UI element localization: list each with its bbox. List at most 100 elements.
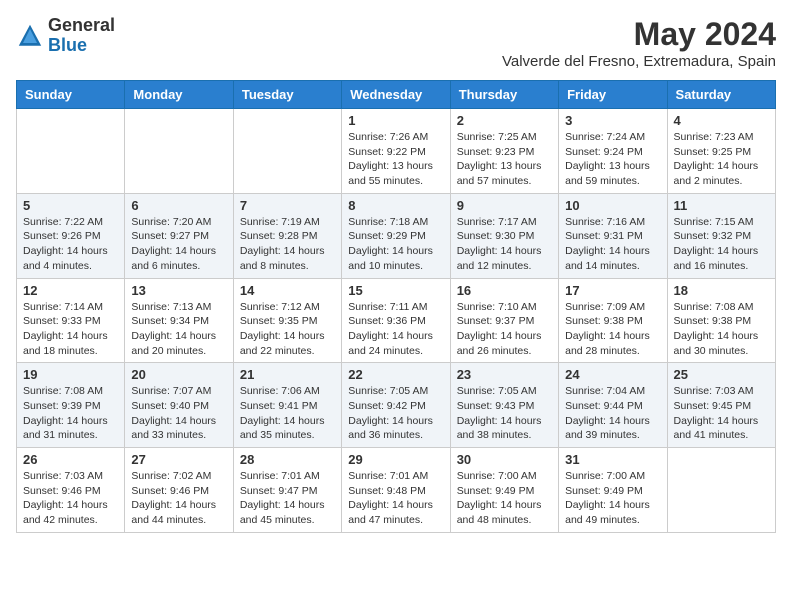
calendar-cell: 11 Sunrise: 7:15 AMSunset: 9:32 PMDayligh… [667, 193, 775, 278]
header-row: SundayMondayTuesdayWednesdayThursdayFrid… [17, 81, 776, 109]
calendar-header: SundayMondayTuesdayWednesdayThursdayFrid… [17, 81, 776, 109]
day-number: 4 [674, 113, 769, 128]
header-day-sunday: Sunday [17, 81, 125, 109]
day-info: Sunrise: 7:00 AMSunset: 9:49 PMDaylight:… [457, 469, 552, 528]
day-number: 19 [23, 367, 118, 382]
week-row-3: 12Sunrise: 7:14 AMSunset: 9:33 PMDayligh… [17, 278, 776, 363]
calendar-cell: 26Sunrise: 7:03 AMSunset: 9:46 PMDayligh… [17, 448, 125, 533]
calendar-cell: 30 Sunrise: 7:00 AMSunset: 9:49 PMDayligh… [450, 448, 558, 533]
day-info: Sunrise: 7:19 AMSunset: 9:28 PMDaylight:… [240, 215, 335, 274]
day-info: Sunrise: 7:17 AMSunset: 9:30 PMDaylight:… [457, 215, 552, 274]
calendar-cell: 23Sunrise: 7:05 AMSunset: 9:43 PMDayligh… [450, 363, 558, 448]
week-row-1: 1Sunrise: 7:26 AMSunset: 9:22 PMDaylight… [17, 109, 776, 194]
day-number: 29 [348, 452, 443, 467]
day-number: 30 [457, 452, 552, 467]
calendar-cell: 22Sunrise: 7:05 AMSunset: 9:42 PMDayligh… [342, 363, 450, 448]
calendar-cell: 18 Sunrise: 7:08 AMSunset: 9:38 PMDayligh… [667, 278, 775, 363]
logo-general: General [48, 16, 115, 36]
logo-icon [16, 22, 44, 50]
day-info: Sunrise: 7:15 AMSunset: 9:32 PMDaylight:… [674, 215, 769, 274]
day-info: Sunrise: 7:18 AMSunset: 9:29 PMDaylight:… [348, 215, 443, 274]
day-info: Sunrise: 7:10 AMSunset: 9:37 PMDaylight:… [457, 300, 552, 359]
calendar-cell [233, 109, 341, 194]
day-number: 22 [348, 367, 443, 382]
day-number: 31 [565, 452, 660, 467]
day-number: 13 [131, 283, 226, 298]
day-info: Sunrise: 7:01 AMSunset: 9:48 PMDaylight:… [348, 469, 443, 528]
logo-text: General Blue [48, 16, 115, 56]
calendar-cell [17, 109, 125, 194]
header-day-thursday: Thursday [450, 81, 558, 109]
week-row-5: 26Sunrise: 7:03 AMSunset: 9:46 PMDayligh… [17, 448, 776, 533]
day-number: 21 [240, 367, 335, 382]
day-info: Sunrise: 7:12 AMSunset: 9:35 PMDaylight:… [240, 300, 335, 359]
day-number: 27 [131, 452, 226, 467]
day-number: 18 [674, 283, 769, 298]
calendar-cell: 25Sunrise: 7:03 AMSunset: 9:45 PMDayligh… [667, 363, 775, 448]
day-number: 8 [348, 198, 443, 213]
day-number: 2 [457, 113, 552, 128]
day-info: Sunrise: 7:03 AMSunset: 9:45 PMDaylight:… [674, 384, 769, 443]
header-day-friday: Friday [559, 81, 667, 109]
calendar-cell: 5Sunrise: 7:22 AMSunset: 9:26 PMDaylight… [17, 193, 125, 278]
calendar-cell: 13 Sunrise: 7:13 AMSunset: 9:34 PMDayligh… [125, 278, 233, 363]
calendar-table: SundayMondayTuesdayWednesdayThursdayFrid… [16, 80, 776, 533]
calendar-cell: 4 Sunrise: 7:23 AMSunset: 9:25 PMDaylight… [667, 109, 775, 194]
day-info: Sunrise: 7:09 AMSunset: 9:38 PMDaylight:… [565, 300, 660, 359]
day-number: 11 [674, 198, 769, 213]
day-info: Sunrise: 7:07 AMSunset: 9:40 PMDaylight:… [131, 384, 226, 443]
calendar-cell: 17Sunrise: 7:09 AMSunset: 9:38 PMDayligh… [559, 278, 667, 363]
day-info: Sunrise: 7:13 AMSunset: 9:34 PMDaylight:… [131, 300, 226, 359]
day-info: Sunrise: 7:14 AMSunset: 9:33 PMDaylight:… [23, 300, 118, 359]
day-info: Sunrise: 7:26 AMSunset: 9:22 PMDaylight:… [348, 130, 443, 189]
day-number: 24 [565, 367, 660, 382]
page-header: General Blue May 2024 Valverde del Fresn… [16, 16, 776, 70]
day-number: 7 [240, 198, 335, 213]
calendar-cell: 10 Sunrise: 7:16 AMSunset: 9:31 PMDayligh… [559, 193, 667, 278]
day-number: 5 [23, 198, 118, 213]
calendar-cell: 29 Sunrise: 7:01 AMSunset: 9:48 PMDayligh… [342, 448, 450, 533]
calendar-cell: 8 Sunrise: 7:18 AMSunset: 9:29 PMDaylight… [342, 193, 450, 278]
calendar-cell: 12Sunrise: 7:14 AMSunset: 9:33 PMDayligh… [17, 278, 125, 363]
header-day-tuesday: Tuesday [233, 81, 341, 109]
day-number: 20 [131, 367, 226, 382]
header-day-monday: Monday [125, 81, 233, 109]
day-number: 16 [457, 283, 552, 298]
calendar-cell: 6Sunrise: 7:20 AMSunset: 9:27 PMDaylight… [125, 193, 233, 278]
day-info: Sunrise: 7:01 AMSunset: 9:47 PMDaylight:… [240, 469, 335, 528]
calendar-cell [125, 109, 233, 194]
calendar-cell: 19 Sunrise: 7:08 AMSunset: 9:39 PMDayligh… [17, 363, 125, 448]
calendar-body: 1Sunrise: 7:26 AMSunset: 9:22 PMDaylight… [17, 109, 776, 533]
day-info: Sunrise: 7:08 AMSunset: 9:39 PMDaylight:… [23, 384, 118, 443]
day-number: 14 [240, 283, 335, 298]
logo: General Blue [16, 16, 115, 56]
day-number: 3 [565, 113, 660, 128]
calendar-cell: 2 Sunrise: 7:25 AMSunset: 9:23 PMDaylight… [450, 109, 558, 194]
calendar-cell: 31 Sunrise: 7:00 AMSunset: 9:49 PMDayligh… [559, 448, 667, 533]
day-number: 28 [240, 452, 335, 467]
day-number: 26 [23, 452, 118, 467]
calendar-cell: 1Sunrise: 7:26 AMSunset: 9:22 PMDaylight… [342, 109, 450, 194]
day-number: 10 [565, 198, 660, 213]
day-info: Sunrise: 7:02 AMSunset: 9:46 PMDaylight:… [131, 469, 226, 528]
calendar-cell: 14 Sunrise: 7:12 AMSunset: 9:35 PMDayligh… [233, 278, 341, 363]
calendar-cell: 16 Sunrise: 7:10 AMSunset: 9:37 PMDayligh… [450, 278, 558, 363]
calendar-cell: 20 Sunrise: 7:07 AMSunset: 9:40 PMDayligh… [125, 363, 233, 448]
day-info: Sunrise: 7:08 AMSunset: 9:38 PMDaylight:… [674, 300, 769, 359]
week-row-2: 5Sunrise: 7:22 AMSunset: 9:26 PMDaylight… [17, 193, 776, 278]
calendar-cell: 15Sunrise: 7:11 AMSunset: 9:36 PMDayligh… [342, 278, 450, 363]
day-info: Sunrise: 7:00 AMSunset: 9:49 PMDaylight:… [565, 469, 660, 528]
logo-blue: Blue [48, 36, 115, 56]
day-info: Sunrise: 7:06 AMSunset: 9:41 PMDaylight:… [240, 384, 335, 443]
calendar-cell: 21 Sunrise: 7:06 AMSunset: 9:41 PMDayligh… [233, 363, 341, 448]
day-number: 6 [131, 198, 226, 213]
day-number: 23 [457, 367, 552, 382]
day-info: Sunrise: 7:25 AMSunset: 9:23 PMDaylight:… [457, 130, 552, 189]
week-row-4: 19 Sunrise: 7:08 AMSunset: 9:39 PMDayligh… [17, 363, 776, 448]
title-block: May 2024 Valverde del Fresno, Extremadur… [502, 16, 776, 70]
calendar-cell: 7 Sunrise: 7:19 AMSunset: 9:28 PMDaylight… [233, 193, 341, 278]
day-info: Sunrise: 7:16 AMSunset: 9:31 PMDaylight:… [565, 215, 660, 274]
day-info: Sunrise: 7:23 AMSunset: 9:25 PMDaylight:… [674, 130, 769, 189]
day-info: Sunrise: 7:11 AMSunset: 9:36 PMDaylight:… [348, 300, 443, 359]
calendar-cell: 27 Sunrise: 7:02 AMSunset: 9:46 PMDayligh… [125, 448, 233, 533]
